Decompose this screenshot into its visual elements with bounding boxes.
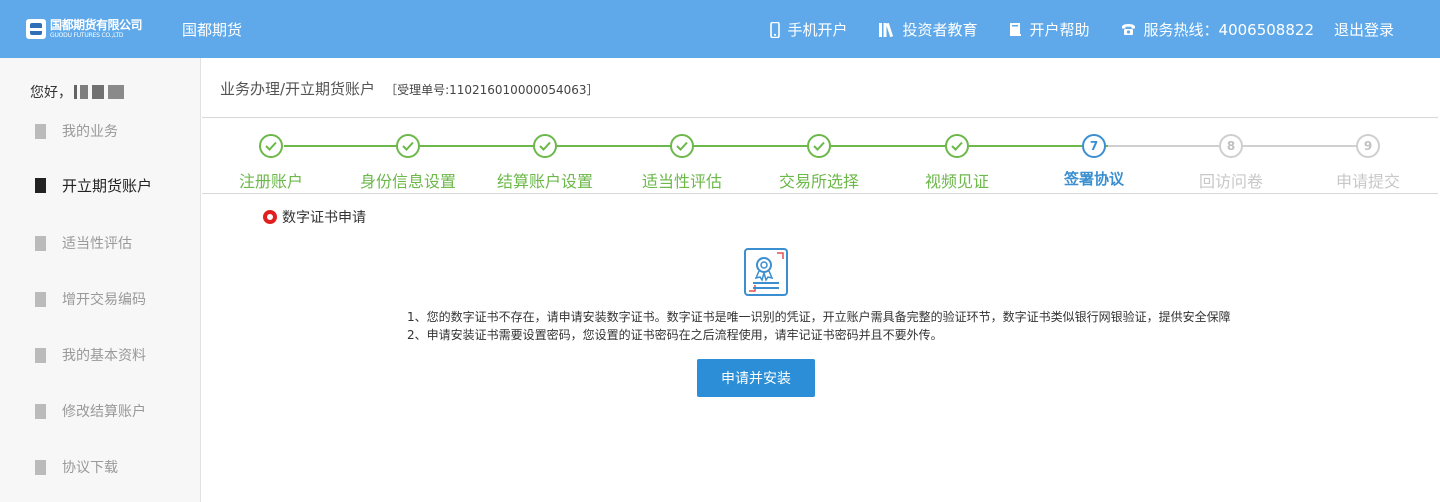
step-4-check-icon: [670, 134, 694, 158]
books-icon: [878, 22, 893, 37]
user-greeting: 您好，: [30, 82, 124, 102]
sidebar-item-my-business[interactable]: 我的业务: [35, 121, 118, 141]
sidebar-item-label: 开立期货账户: [62, 177, 153, 195]
greeting-text: 您好，: [30, 85, 72, 101]
step-1-check-icon: [259, 134, 283, 158]
top-nav: 手机开户 投资者教育 开户帮助 服务热线：4006508822 退出登录: [769, 19, 1394, 40]
step-label-register: 注册账户: [238, 172, 303, 191]
breadcrumb-path: 业务办理/开立期货账户: [220, 80, 376, 98]
menu-bar-icon: [35, 459, 46, 475]
step-9-number: 9: [1356, 134, 1380, 158]
progress-steps: 7 8 9 注册账户 身份信息设置 结算账户设置 适当性评估 交易所选择 视频见…: [202, 117, 1438, 194]
menu-bar-icon: [35, 291, 46, 307]
help-book-icon: [1009, 23, 1021, 36]
sidebar-item-label: 我的业务: [62, 124, 118, 140]
nav-service-hotline: 服务热线：4006508822: [1121, 19, 1314, 40]
nav-education-label: 投资者教育: [902, 21, 978, 39]
menu-bar-icon: [35, 235, 46, 251]
nav-hotline-label: 服务热线：4006508822: [1143, 21, 1314, 39]
sidebar-item-label: 修改结算账户: [62, 404, 146, 420]
sidebar-item-label: 增开交易编码: [62, 292, 146, 308]
radio-selected-icon[interactable]: [263, 210, 277, 224]
step-8-number: 8: [1219, 134, 1243, 158]
step-label-survey: 回访问卷: [1198, 172, 1263, 191]
sidebar-item-label: 协议下载: [62, 460, 118, 476]
ticket-number: ［受理单号:110216010000054063］: [385, 83, 599, 97]
sidebar-item-label: 适当性评估: [62, 236, 132, 252]
step-label-video: 视频见证: [924, 172, 989, 191]
logo-cn-text: 国都期货有限公司: [50, 18, 143, 32]
nav-mobile-label: 手机开户: [787, 21, 848, 39]
certificate-notes: 1、您的数字证书不存在，请申请安装数字证书。数字证书是唯一识别的凭证，开立账户需…: [407, 308, 1231, 344]
nav-account-help[interactable]: 开户帮助: [1009, 19, 1090, 40]
company-logo[interactable]: 国都期货有限公司 GUODU FUTURES CO.,LTD: [26, 18, 146, 40]
step-label-submit: 申请提交: [1335, 172, 1400, 191]
menu-bar-icon: [35, 347, 46, 363]
top-header: 国都期货有限公司 GUODU FUTURES CO.,LTD 国都期货 手机开户…: [0, 0, 1440, 58]
sidebar-item-agreement-download[interactable]: 协议下载: [35, 457, 118, 477]
nav-investor-education[interactable]: 投资者教育: [878, 19, 978, 40]
step-6-check-icon: [945, 134, 969, 158]
brand-link[interactable]: 国都期货: [182, 19, 242, 40]
sidebar: 您好， 我的业务 开立期货账户 适当性评估 增开交易编码 我的基本资料 修改结算…: [0, 58, 201, 502]
sidebar-item-trading-code[interactable]: 增开交易编码: [35, 289, 146, 309]
step-label-identity: 身份信息设置: [359, 172, 456, 191]
mobile-icon: [769, 21, 780, 38]
step-label-sign-agreement: 签署协议: [1063, 170, 1124, 188]
step-7-number: 7: [1082, 134, 1106, 158]
menu-bar-icon: [35, 123, 46, 139]
section-title: 数字证书申请: [263, 207, 366, 227]
step-5-check-icon: [807, 134, 831, 158]
step-3-check-icon: [533, 134, 557, 158]
nav-mobile-account[interactable]: 手机开户: [769, 19, 848, 40]
certificate-icon: [744, 248, 788, 296]
nav-help-label: 开户帮助: [1029, 21, 1090, 39]
menu-bar-icon: [35, 403, 46, 419]
logo-en-text: GUODU FUTURES CO.,LTD: [50, 32, 124, 39]
logout-link[interactable]: 退出登录: [1334, 19, 1394, 40]
note-line-2: 2、申请安装证书需要设置密码，您设置的证书密码在之后流程使用，请牢记证书密码并且…: [407, 328, 943, 342]
sidebar-item-profile[interactable]: 我的基本资料: [35, 345, 146, 365]
step-label-settlement: 结算账户设置: [496, 172, 593, 191]
sidebar-item-settlement-account[interactable]: 修改结算账户: [35, 401, 146, 421]
sidebar-item-label: 我的基本资料: [62, 348, 146, 364]
note-line-1: 1、您的数字证书不存在，请申请安装数字证书。数字证书是唯一识别的凭证，开立账户需…: [407, 310, 1231, 324]
phone-icon: [1121, 24, 1135, 35]
sidebar-item-suitability[interactable]: 适当性评估: [35, 233, 132, 253]
section-title-text: 数字证书申请: [282, 210, 366, 226]
step-label-suitability: 适当性评估: [641, 172, 722, 191]
step-label-exchange: 交易所选择: [778, 172, 859, 191]
logo-mark-icon: [26, 19, 46, 39]
step-2-check-icon: [396, 134, 420, 158]
menu-bar-icon: [35, 178, 46, 193]
breadcrumb: 业务办理/开立期货账户 ［受理单号:110216010000054063］: [220, 78, 599, 99]
sidebar-item-open-account[interactable]: 开立期货账户: [35, 175, 152, 196]
redacted-username: [74, 85, 124, 99]
apply-install-button[interactable]: 申请并安装: [697, 359, 815, 397]
